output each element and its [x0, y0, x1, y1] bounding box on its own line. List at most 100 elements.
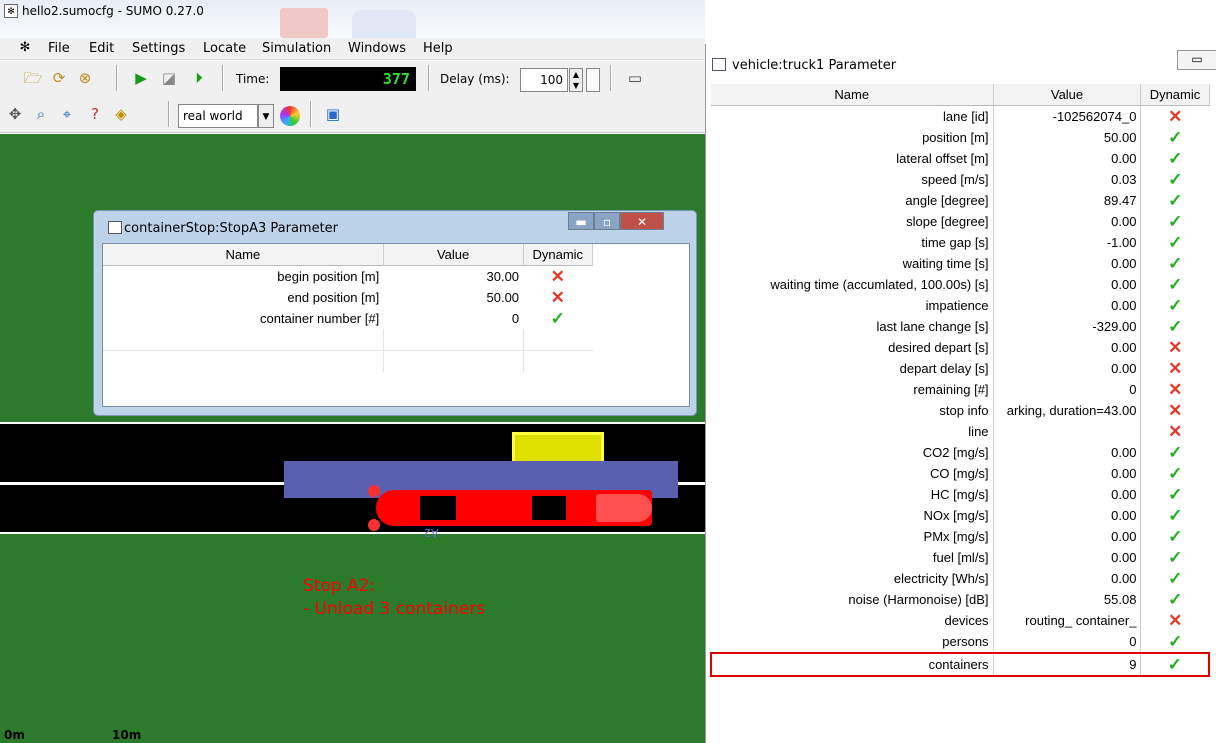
table-row: time gap [s] -1.00 ✓: [711, 232, 1209, 253]
vehicle-parameter-dialog[interactable]: vehicle:truck1 Parameter ▭ Name Value Dy…: [705, 44, 1216, 743]
maximize-button[interactable]: ▫: [594, 212, 620, 230]
table-row: lane [id] -102562074_0 ✕: [711, 105, 1209, 127]
step-icon[interactable]: ⏵: [188, 67, 210, 89]
color-wheel-icon[interactable]: [280, 106, 300, 126]
column-header-dynamic[interactable]: Dynamic: [1140, 84, 1210, 106]
menu-help[interactable]: Help: [423, 41, 453, 56]
menu-bar: ✻ File Edit Settings Locate Simulation W…: [0, 38, 705, 60]
check-icon: ✓: [1168, 190, 1183, 210]
table-row: begin position [m] 30.00 ✕: [103, 266, 593, 288]
stop-parameter-table: Name Value Dynamic begin position [m] 30…: [102, 243, 690, 407]
column-header-value[interactable]: Value: [993, 84, 1142, 106]
menu-file[interactable]: File: [48, 41, 70, 56]
menu-settings[interactable]: Settings: [132, 41, 185, 56]
dialog-title: containerStop:StopA3 Parameter: [124, 221, 339, 236]
param-name: waiting time (accumlated, 100.00s) [s]: [711, 274, 994, 295]
zoom-icon[interactable]: ⌕: [30, 103, 52, 125]
menu-simulation[interactable]: Simulation: [262, 41, 331, 56]
param-value: 0.00: [993, 337, 1142, 358]
run-icon[interactable]: ▶: [130, 67, 152, 89]
column-header-name[interactable]: Name: [103, 244, 384, 266]
mdi-window-icon[interactable]: ✻: [14, 38, 36, 58]
close-simulation-icon[interactable]: ⊗: [74, 67, 96, 89]
delay-slider[interactable]: [586, 68, 600, 92]
recenter-icon[interactable]: ✥: [4, 103, 26, 125]
toolbar-separator: [428, 65, 430, 91]
param-value: -1.00: [993, 232, 1142, 253]
road-label: A2: [424, 526, 439, 539]
param-name: end position [m]: [287, 290, 380, 305]
table-row: stop info arking, duration=43.00 ✕: [711, 400, 1209, 421]
param-name: NOx [mg/s]: [711, 505, 994, 526]
reload-icon[interactable]: ⟳: [48, 67, 70, 89]
background-window-fragment: [280, 8, 328, 38]
menu-edit[interactable]: Edit: [89, 41, 114, 56]
tooltip-icon[interactable]: ◈: [110, 103, 132, 125]
column-header-value[interactable]: Value: [383, 244, 524, 266]
minimize-button[interactable]: ▬: [568, 212, 594, 230]
dialog-title: vehicle:truck1 Parameter: [732, 58, 897, 73]
check-icon: ✓: [1168, 463, 1183, 483]
table-row: noise (Harmonoise) [dB] 55.08 ✓: [711, 589, 1209, 610]
vehicle-parameter-table: Name Value Dynamic lane [id] -102562074_0…: [709, 84, 1211, 677]
param-value: 0.00: [993, 274, 1142, 295]
check-icon: ✓: [1168, 484, 1183, 504]
cross-icon: ✕: [1168, 106, 1183, 126]
cross-icon: ✕: [1168, 400, 1183, 420]
time-label: Time:: [236, 72, 270, 86]
check-icon: ✓: [1168, 169, 1183, 189]
toolbar-separator: [116, 65, 118, 91]
param-name: stop info: [711, 400, 994, 421]
container-stop-parameter-dialog[interactable]: containerStop:StopA3 Parameter ▬ ▫ ✕ Nam…: [93, 210, 697, 416]
param-name: PMx [mg/s]: [711, 526, 994, 547]
query-icon[interactable]: ?: [84, 103, 106, 125]
delay-spinner[interactable]: ▲ ▼: [569, 68, 583, 92]
column-header-name[interactable]: Name: [711, 84, 994, 106]
open-folder-icon[interactable]: 🗁: [22, 67, 44, 89]
table-row: remaining [#] 0 ✕: [711, 379, 1209, 400]
close-button[interactable]: ✕: [620, 212, 664, 230]
truck-light: [368, 485, 380, 497]
table-row: PMx [mg/s] 0.00 ✓: [711, 526, 1209, 547]
menu-windows[interactable]: Windows: [348, 41, 406, 56]
param-name: CO [mg/s]: [711, 463, 994, 484]
road-edge-line: [0, 532, 705, 534]
param-value: 0.00: [993, 211, 1142, 232]
table-row: lateral offset [m] 0.00 ✓: [711, 148, 1209, 169]
menu-locate[interactable]: Locate: [203, 41, 246, 56]
table-row: desired depart [s] 0.00 ✕: [711, 337, 1209, 358]
minimize-button[interactable]: ▭: [1177, 50, 1216, 70]
param-name: angle [degree]: [711, 190, 994, 211]
param-name: electricity [Wh/s]: [711, 568, 994, 589]
param-value: 0.00: [993, 295, 1142, 316]
param-name: depart delay [s]: [711, 358, 994, 379]
toolbar-separator: [310, 101, 312, 127]
param-value: routing_ container_: [993, 610, 1142, 631]
param-name: noise (Harmonoise) [dB]: [711, 589, 994, 610]
param-name: HC [mg/s]: [711, 484, 994, 505]
param-value: 50.00: [486, 290, 520, 305]
scale-label-10: 10m: [112, 728, 142, 742]
check-icon: ✓: [1168, 547, 1183, 567]
param-name: lateral offset [m]: [711, 148, 994, 169]
param-value: 0.00: [993, 505, 1142, 526]
param-name: lane [id]: [711, 105, 994, 127]
check-icon: ✓: [550, 308, 565, 328]
delay-input[interactable]: 100: [520, 68, 568, 92]
stop-icon[interactable]: ◪: [158, 67, 180, 89]
edit-icon[interactable]: ▭: [624, 67, 646, 89]
screenshot-icon[interactable]: ▣: [322, 103, 344, 125]
container-stop-marker[interactable]: [512, 432, 604, 464]
scheme-select[interactable]: real world: [178, 104, 258, 128]
column-header-dynamic[interactable]: Dynamic: [523, 244, 594, 266]
chevron-down-icon[interactable]: ▼: [258, 104, 274, 128]
param-value: 0.00: [993, 463, 1142, 484]
check-icon: ✓: [1168, 589, 1183, 609]
table-row: [103, 350, 593, 372]
param-name: impatience: [711, 295, 994, 316]
locate-icon[interactable]: ⌖: [56, 103, 78, 125]
param-name: speed [m/s]: [711, 169, 994, 190]
param-name: slope [degree]: [711, 211, 994, 232]
table-row: waiting time (accumlated, 100.00s) [s] 0.…: [711, 274, 1209, 295]
truck-light: [368, 519, 380, 531]
